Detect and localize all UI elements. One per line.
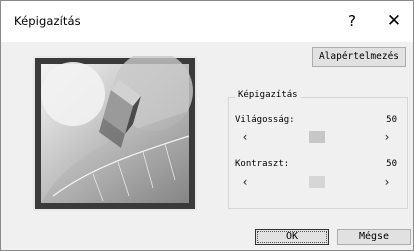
contrast-value: 50: [386, 159, 397, 169]
defaults-button[interactable]: Alapértelmezés: [312, 47, 406, 67]
brightness-value: 50: [386, 115, 397, 125]
group-label: Képigazítás: [235, 90, 301, 100]
contrast-label: Kontraszt:: [235, 159, 290, 169]
image-preview: [33, 56, 197, 211]
contrast-thumb[interactable]: [309, 176, 325, 188]
brightness-increase-arrow[interactable]: ›: [379, 130, 395, 144]
cancel-button[interactable]: Mégse: [337, 229, 411, 245]
contrast-increase-arrow[interactable]: ›: [379, 175, 395, 189]
brightness-decrease-arrow[interactable]: ‹: [237, 130, 253, 144]
contrast-decrease-arrow[interactable]: ‹: [237, 175, 253, 189]
adjustment-groupbox: [228, 97, 408, 209]
brightness-slider[interactable]: ‹ ›: [237, 130, 395, 144]
image-adjust-dialog: Képigazítás ? ✕ Alapértelmezés Képigazít…: [0, 0, 414, 251]
brightness-label: Világosság:: [235, 115, 295, 125]
contrast-slider[interactable]: ‹ ›: [237, 175, 395, 189]
ok-button[interactable]: OK: [255, 229, 329, 245]
brightness-thumb[interactable]: [309, 131, 325, 143]
close-button[interactable]: ✕: [379, 7, 409, 35]
title-bar: Képigazítás ? ✕: [1, 1, 413, 42]
preview-image: [33, 56, 197, 211]
dialog-title: Képigazítás: [14, 14, 81, 28]
help-button[interactable]: ?: [337, 7, 367, 35]
